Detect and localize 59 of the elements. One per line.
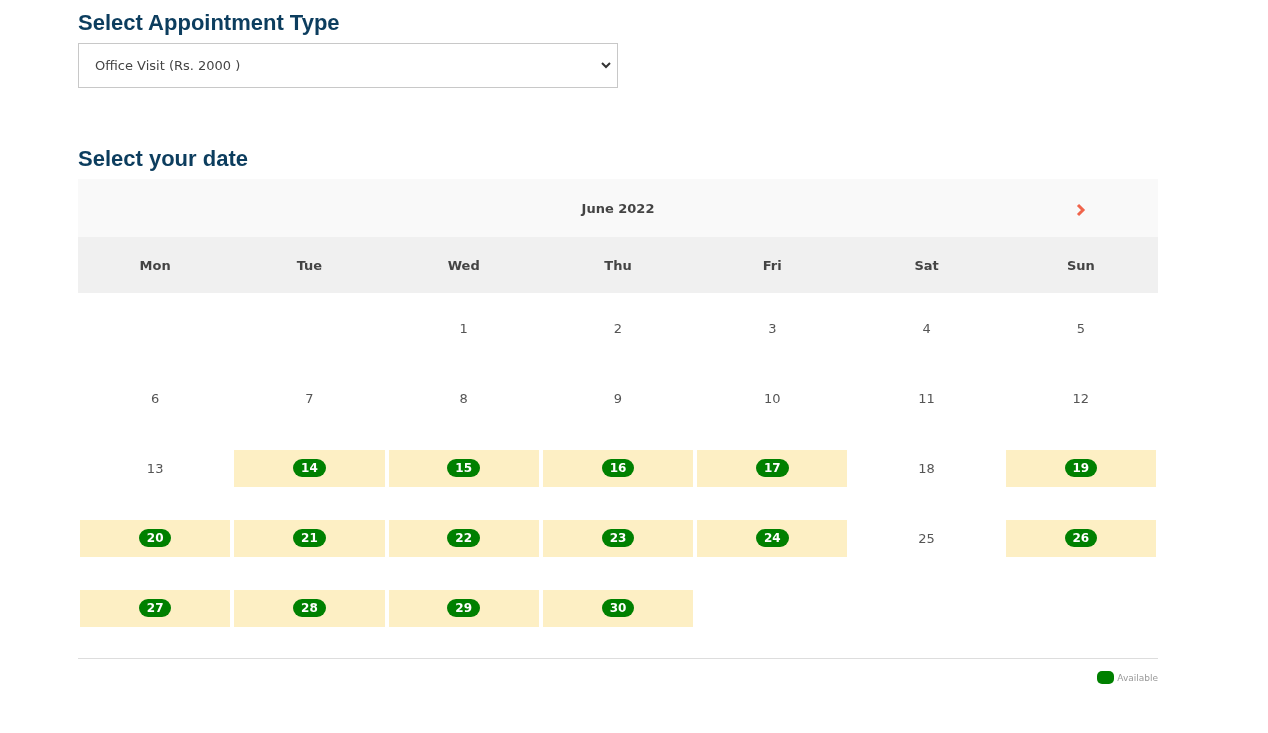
weekday-label: Sat	[914, 257, 939, 273]
available-day-cell[interactable]: 17	[697, 449, 848, 487]
section-heading: Select your date	[78, 145, 249, 173]
day-number: 2	[613, 320, 623, 336]
available-day-cell[interactable]: 15	[388, 449, 539, 487]
available-day-cell[interactable]: 23	[542, 519, 694, 557]
day-number: 29	[447, 599, 481, 617]
day-number: 21	[293, 529, 326, 547]
day-number: 3	[768, 320, 777, 336]
available-day-cell[interactable]: 16	[542, 449, 694, 487]
day-number: 16	[601, 459, 635, 477]
day-number: 26	[1064, 529, 1098, 547]
available-day-cell[interactable]: 27	[80, 589, 231, 627]
available-day-cell[interactable]: 28	[234, 589, 385, 627]
weekday-label: Tue	[296, 257, 323, 273]
day-number: 14	[293, 459, 326, 477]
day-number: 30	[601, 599, 635, 617]
day-number: 24	[755, 529, 789, 547]
day-number: 22	[447, 529, 481, 547]
weekday-label: Sun	[1066, 257, 1095, 273]
day-number: 5	[1076, 320, 1085, 336]
legend-label: Available	[1117, 672, 1158, 683]
day-number: 18	[918, 460, 935, 476]
weekday-label: Fri	[762, 257, 782, 273]
available-day-cell[interactable]: 26	[1005, 519, 1156, 557]
day-number: 8	[459, 390, 468, 406]
available-day-cell[interactable]: 21	[234, 519, 385, 557]
weekday-label: Mon	[139, 257, 171, 273]
available-day-cell[interactable]: 14	[234, 449, 385, 487]
day-number: 4	[922, 320, 931, 336]
day-number: 17	[755, 459, 789, 477]
available-day-cell[interactable]: 22	[388, 519, 539, 557]
day-number: 28	[293, 599, 326, 617]
day-number: 11	[918, 390, 935, 406]
available-day-cell[interactable]: 29	[388, 589, 539, 627]
available-day-cell[interactable]: 24	[697, 519, 848, 557]
day-number: 19	[1064, 459, 1098, 477]
next-month-icon[interactable]	[1076, 203, 1086, 217]
day-number: 12	[1072, 390, 1090, 406]
day-number: 13	[146, 460, 164, 476]
day-number: 27	[138, 599, 172, 617]
day-number: 6	[151, 390, 160, 406]
appointment-type-dropdown[interactable]: Office Visit (Rs. 2000 )	[78, 43, 618, 88]
weekday-label: Wed	[447, 257, 480, 273]
day-number: 9	[613, 390, 623, 406]
day-number: 1	[459, 320, 468, 336]
available-day-cell[interactable]: 30	[542, 589, 694, 627]
weekday-label: Thu	[604, 257, 632, 273]
day-number: 10	[764, 390, 781, 406]
available-day-cell[interactable]: 19	[1005, 449, 1156, 487]
month-label: June 2022	[581, 200, 655, 216]
day-number: 23	[601, 529, 635, 547]
section-heading: Select Appointment Type	[78, 9, 341, 37]
available-day-cell[interactable]: 20	[80, 519, 231, 557]
day-number: 15	[447, 459, 481, 477]
day-number: 25	[918, 530, 935, 546]
chevron-down-icon	[601, 62, 611, 69]
day-number: 20	[138, 529, 172, 547]
day-number: 7	[305, 390, 314, 406]
